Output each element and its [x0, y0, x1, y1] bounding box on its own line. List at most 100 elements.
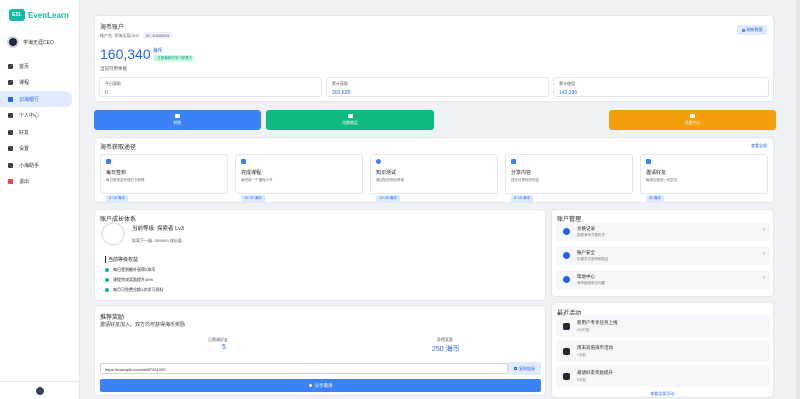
current-level: 当前等级: 探索者 Lv3	[132, 226, 184, 232]
sidebar: ESL EvenLearn 学海无涯CEO 首页 课程 识海银行 个人中心 好友…	[0, 0, 80, 399]
way-desc: 每日登录并完成打卡获得	[106, 178, 145, 182]
nav-item-label: 设置	[19, 146, 30, 152]
way-badge: 10~30 海币	[241, 195, 265, 202]
item-title: 帮助中心	[577, 273, 595, 279]
collapse-sidebar-icon[interactable]	[36, 386, 44, 395]
nav-item-home[interactable]: 首页	[0, 58, 80, 74]
calendar-icon	[563, 347, 570, 355]
benefits-title: 当前等级权益	[105, 256, 138, 263]
activity-title-text: 新用户专享任务上线	[577, 319, 618, 325]
nav-item-profile[interactable]: 个人中心	[0, 108, 80, 124]
nav-item-label: 首页	[19, 63, 30, 70]
main-content: 海币账户 账户名: 学海无涯CEO ID: 10000001 160,340 海…	[80, 0, 800, 399]
earned-value: 250 海币	[432, 346, 460, 353]
earn-ways-card: 海币获取途径 查看全部 每日签到 每日登录并完成打卡获得 5~10 海币 完成课…	[94, 137, 774, 203]
help-center-item[interactable]: 帮助中心 海币使用常见问题 ›	[556, 270, 770, 289]
recent-activity-card: 最近活动 新用户专享任务上线 2小时前 周末双倍海币活动 1天前 邀请好友奖励提升 3…	[551, 302, 774, 398]
earn-view-all-link[interactable]: 查看全部	[751, 143, 767, 149]
growth-tag: ↑ 这是最新的学习积累力	[152, 55, 195, 62]
gift-icon	[347, 114, 353, 118]
way-share[interactable]: 分享内容 成功分享知识内容 8~15 海币	[505, 154, 633, 202]
balance-value: 160,340	[100, 46, 151, 62]
activity-item[interactable]: 邀请好友奖励提升 3天前	[556, 365, 770, 387]
nav-item-logout[interactable]: 退出	[0, 174, 80, 190]
shield-icon	[563, 252, 570, 259]
way-title: 邀请好友	[646, 170, 667, 176]
nav-item-assistant[interactable]: 小海助手	[0, 157, 80, 173]
benefit-text: 每日签到额外获得2海币	[113, 267, 156, 272]
account-title: 海币账户	[100, 25, 125, 31]
way-desc: 通过知识测试考核	[376, 178, 404, 182]
user-profile[interactable]: 学海无涯CEO	[7, 36, 54, 48]
balance-unit: 海币	[152, 48, 163, 54]
transfer-button-label: 转账	[173, 120, 182, 125]
nav-item-label: 课程	[19, 80, 30, 86]
exchange-records-item[interactable]: 兑换记录 查看海币兑换历史 ›	[556, 222, 770, 241]
stat-label: 累计获取	[332, 81, 348, 86]
benefit-item: 课程完成奖励提升10%	[105, 277, 163, 283]
exchange-icon	[690, 114, 695, 118]
stat-total-earned: 累计获取 303,628	[326, 77, 549, 97]
copy-link-button[interactable]: 复制链接	[508, 362, 541, 375]
earned-label: 获得奖励	[437, 337, 453, 342]
benefit-text: 课程完成奖励提升10%	[113, 277, 154, 282]
balance-label: 当前可用余额	[100, 66, 127, 71]
way-badge: 15~30 海币	[376, 195, 400, 202]
nav-item-label: 好友	[19, 129, 30, 136]
nav-item-settings[interactable]: 设置	[0, 141, 80, 157]
activity-time: 1天前	[577, 352, 586, 357]
account-management-card: 账户管理 兑换记录 查看海币兑换历史 › 账户安全 设置支付密码和验证 › 帮助中心…	[551, 209, 774, 297]
nav-item-friends[interactable]: 好友	[0, 124, 80, 140]
item-desc: 海币使用常见问题	[577, 280, 605, 285]
transfer-icon	[175, 114, 180, 118]
share-invite-button[interactable]: 分享邀请	[100, 379, 541, 392]
activity-item[interactable]: 周末双倍海币活动 1天前	[556, 340, 770, 362]
referral-subtitle: 邀请好友加入，双方均可获得海币奖励	[100, 322, 186, 328]
refresh-button[interactable]: 刷新数据	[737, 25, 767, 35]
item-title: 账户安全	[577, 249, 595, 255]
chevron-right-icon: ›	[763, 251, 765, 257]
scrollbar[interactable]	[796, 0, 800, 399]
way-desc: 每完成一个课程小节	[241, 178, 273, 182]
exchange-center-button[interactable]: 兑换中心	[609, 110, 776, 130]
transfer-button[interactable]: 转账	[94, 110, 261, 130]
check-icon	[105, 268, 109, 272]
account-security-item[interactable]: 账户安全 设置支付密码和验证 ›	[556, 246, 770, 265]
chevron-right-icon: ›	[763, 227, 765, 233]
activity-title-text: 邀请好友奖励提升	[577, 369, 613, 375]
stat-value: 0	[105, 90, 108, 96]
activity-item[interactable]: 新用户专享任务上线 2小时前	[556, 315, 770, 337]
earn-ways-title: 海币获取途径	[100, 145, 137, 151]
activity-title-text: 周末双倍海币活动	[577, 344, 613, 350]
nav-item-label: 个人中心	[19, 113, 40, 119]
nav-item-label: 退出	[19, 179, 30, 185]
way-title: 分享内容	[511, 170, 532, 176]
way-title: 每日签到	[106, 170, 127, 176]
logo-mark-icon: ESL	[9, 9, 25, 21]
stat-value: 303,628	[332, 90, 351, 96]
share-icon	[308, 384, 312, 387]
stat-total-used: 累计使用 142,336	[553, 77, 769, 97]
way-checkin[interactable]: 每日签到 每日登录并完成打卡获得 5~10 海币	[100, 154, 228, 202]
nav-item-courses[interactable]: 课程	[0, 75, 80, 91]
redeem-goods-button[interactable]: 兑换商品	[266, 110, 434, 130]
logo-text: EvenLearn	[28, 10, 69, 20]
referral-link-field[interactable]: https://example.com/ref/87261930	[100, 363, 508, 374]
way-quiz[interactable]: 知识测试 通过知识测试考核 15~30 海币	[370, 154, 498, 202]
view-all-activity-link[interactable]: 查看全部活动 ›	[552, 391, 775, 397]
avatar	[7, 36, 19, 48]
help-icon	[563, 276, 570, 283]
add-user-icon	[646, 159, 651, 164]
stat-label: 累计使用	[559, 81, 575, 86]
item-title: 兑换记录	[577, 225, 595, 231]
book-icon	[8, 80, 13, 85]
way-course[interactable]: 完成课程 每完成一个课程小节 10~30 海币	[235, 154, 363, 202]
benefit-item: 每月可免费兑换1次学习资料	[105, 287, 163, 293]
account-id-badge: ID: 10000001	[142, 32, 173, 39]
invited-value: 5	[222, 344, 226, 351]
nav-item-label: 小海助手	[19, 162, 40, 169]
user-icon	[8, 113, 13, 118]
way-invite[interactable]: 邀请好友 每成功邀请一位好友 50 海币	[640, 154, 768, 202]
logo[interactable]: ESL EvenLearn	[9, 9, 69, 21]
nav-item-bank[interactable]: 识海银行	[0, 91, 72, 107]
